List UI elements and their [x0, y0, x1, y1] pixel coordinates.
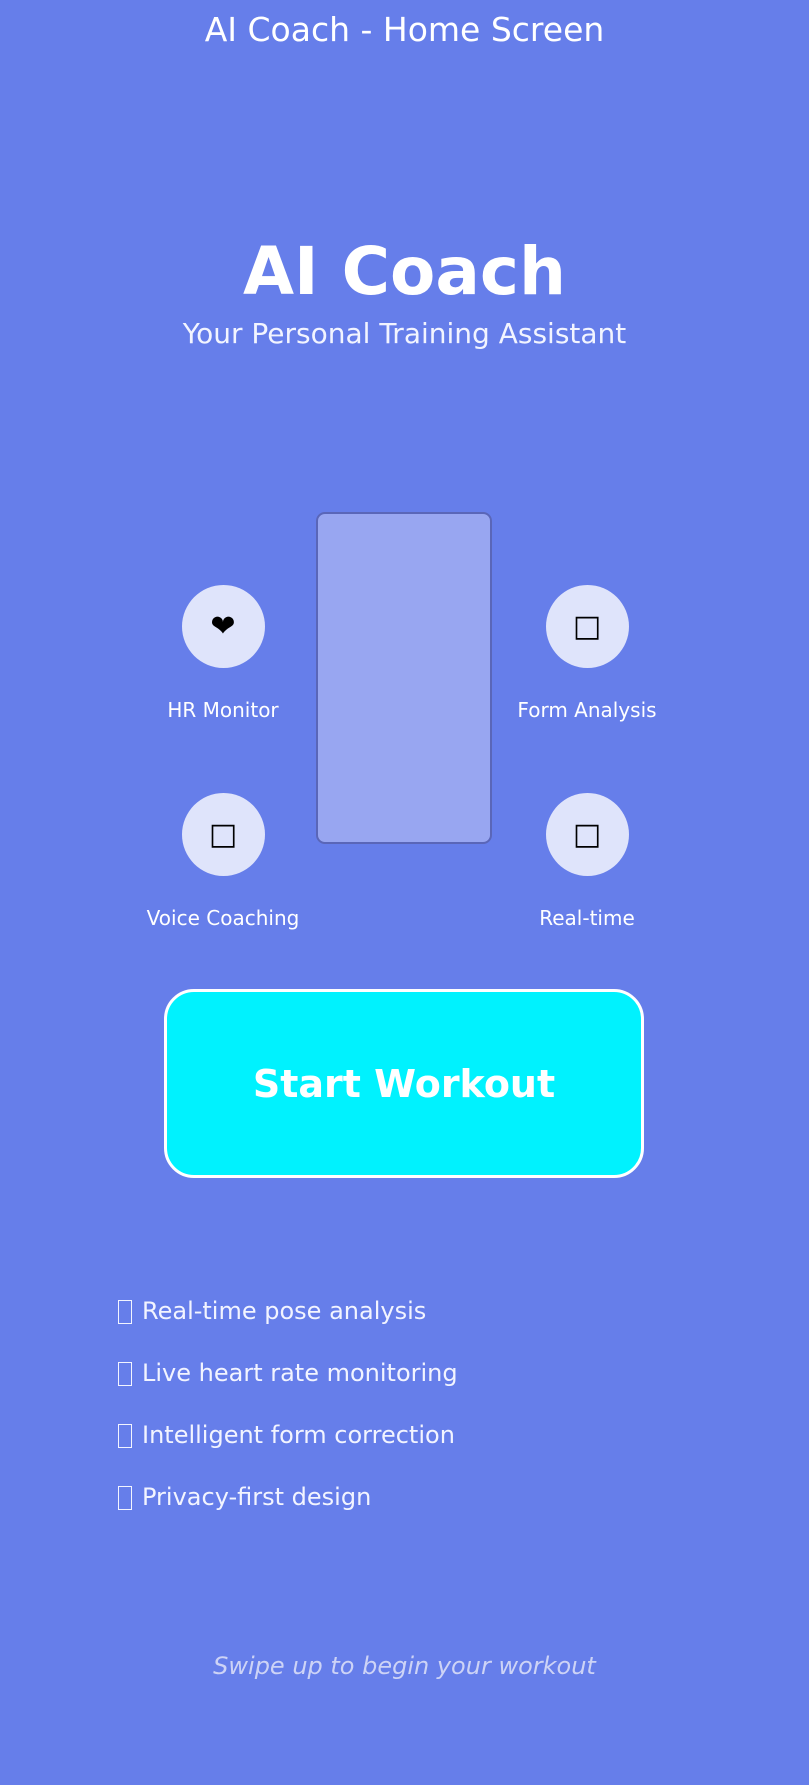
check-icon [118, 1486, 132, 1510]
phone-preview [316, 512, 492, 844]
swipe-hint: Swipe up to begin your workout [213, 1652, 596, 1680]
check-icon [118, 1300, 132, 1324]
form-analysis-icon: □ [545, 585, 629, 668]
benefit-text: Real-time pose analysis [142, 1297, 427, 1325]
app-name: AI Coach [242, 233, 567, 310]
benefit-text: Intelligent form correction [142, 1421, 455, 1449]
feature-label: HR Monitor [167, 698, 279, 722]
feature-label: Real-time [539, 906, 635, 930]
benefit-text: Privacy-first design [142, 1483, 372, 1511]
benefits-list: Real-time pose analysis Live heart rate … [118, 1295, 718, 1543]
heart-icon: ❤ [181, 585, 265, 668]
voice-icon: □ [181, 793, 265, 876]
feature-form-analysis: □ Form Analysis [487, 585, 687, 723]
list-item: Real-time pose analysis [118, 1295, 718, 1357]
feature-real-time: □ Real-time [487, 793, 687, 931]
feature-hr-monitor: ❤ HR Monitor [123, 585, 323, 723]
feature-label: Form Analysis [517, 698, 657, 722]
realtime-icon: □ [545, 793, 629, 876]
list-item: Privacy-first design [118, 1481, 718, 1543]
list-item: Live heart rate monitoring [118, 1357, 718, 1419]
benefit-text: Live heart rate monitoring [142, 1359, 458, 1387]
start-workout-button[interactable]: Start Workout [164, 989, 644, 1178]
feature-voice-coaching: □ Voice Coaching [123, 793, 323, 931]
check-icon [118, 1362, 132, 1386]
start-workout-label: Start Workout [252, 1061, 556, 1106]
check-icon [118, 1424, 132, 1448]
list-item: Intelligent form correction [118, 1419, 718, 1481]
app-tagline: Your Personal Training Assistant [182, 317, 627, 350]
feature-label: Voice Coaching [146, 906, 300, 930]
screen-title: AI Coach - Home Screen [204, 10, 605, 49]
